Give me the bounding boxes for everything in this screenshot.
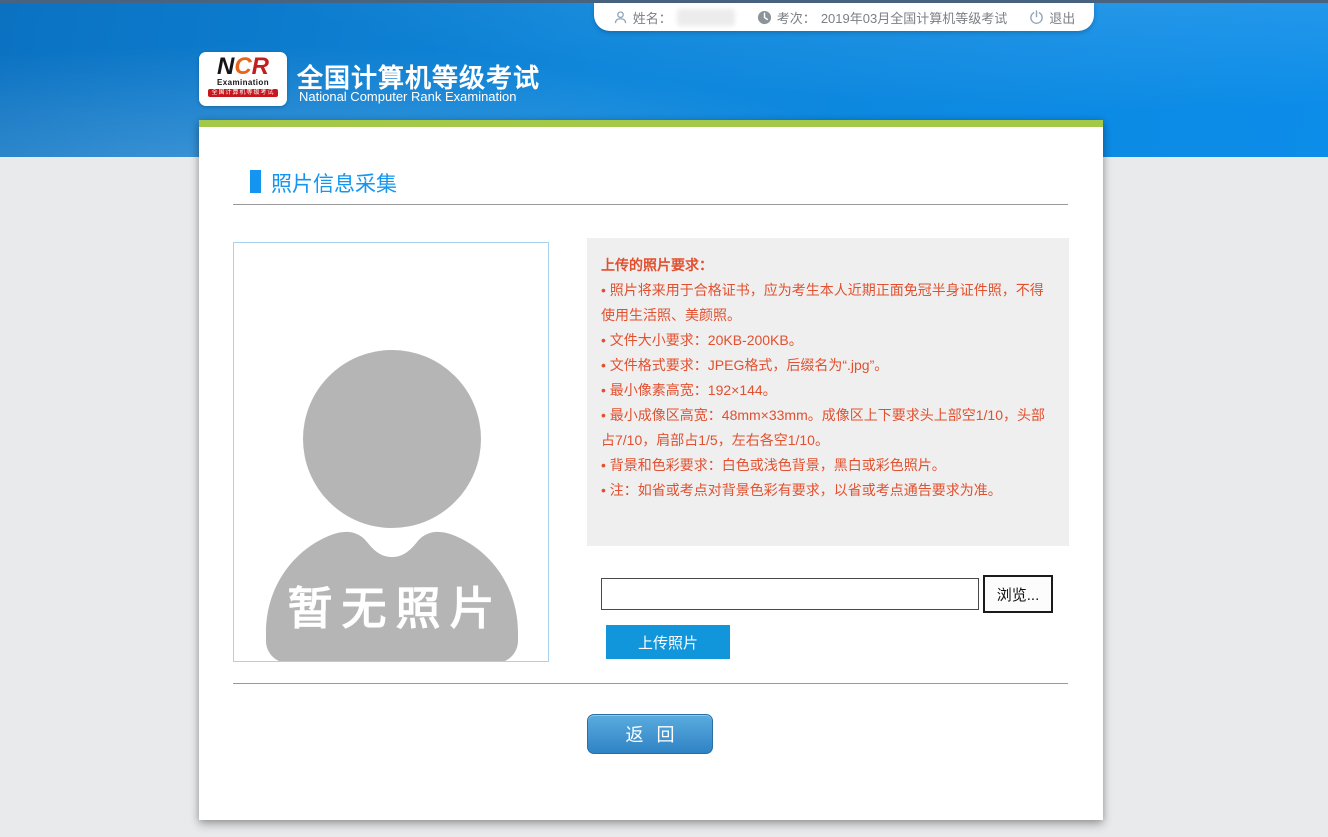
title-divider: [233, 204, 1068, 205]
user-info-bar: 姓名： 考次： 2019年03月全国计算机等级考试 退出: [594, 3, 1094, 31]
requirement-item: • 文件格式要求：JPEG格式，后缀名为“.jpg”。: [601, 353, 1055, 378]
logout-label[interactable]: 退出: [1049, 8, 1075, 27]
browse-button[interactable]: 浏览...: [983, 575, 1053, 613]
logout-group[interactable]: 退出: [1029, 8, 1075, 27]
site-subtitle: National Computer Rank Examination: [299, 89, 517, 104]
file-path-input[interactable]: [601, 578, 979, 610]
green-accent-bar: [199, 120, 1103, 127]
requirement-item: • 最小成像区高宽：48mm×33mm。成像区上下要求头上部空1/10，头部占7…: [601, 403, 1055, 453]
page: 姓名： 考次： 2019年03月全国计算机等级考试 退出: [0, 0, 1328, 837]
name-value-redacted: [677, 9, 735, 26]
logout-icon[interactable]: [1029, 10, 1044, 25]
requirement-item: • 照片将来用于合格证书，应为考生本人近期正面免冠半身证件照，不得使用生活照、美…: [601, 278, 1055, 328]
photo-preview-box: 暂无照片: [233, 242, 549, 662]
content-inner: 照片信息采集 暂无照片 上传的照片要求： • 照片将来用于合格证书，应为考生本人…: [199, 127, 1103, 820]
person-icon: [613, 10, 628, 25]
exam-session-group: 考次： 2019年03月全国计算机等级考试: [757, 8, 1007, 27]
user-name-group: 姓名：: [613, 8, 735, 27]
ncre-logo-letters: NCR: [217, 55, 269, 78]
session-value: 2019年03月全国计算机等级考试: [821, 8, 1007, 27]
page-title-marker: [250, 170, 261, 193]
ncre-logo-examination: Examination: [217, 78, 269, 87]
exam-session-icon: [757, 10, 772, 25]
requirement-item: • 最小像素高宽：192×144。: [601, 378, 1055, 403]
name-label: 姓名：: [633, 8, 672, 27]
requirement-item: • 注：如省或考点对背景色彩有要求，以省或考点通告要求为准。: [601, 478, 1055, 503]
content-panel: 照片信息采集 暂无照片 上传的照片要求： • 照片将来用于合格证书，应为考生本人…: [199, 120, 1103, 820]
back-button[interactable]: 返 回: [587, 714, 713, 754]
requirement-item: • 文件大小要求：20KB-200KB。: [601, 328, 1055, 353]
session-label: 考次：: [777, 8, 816, 27]
upload-photo-button[interactable]: 上传照片: [606, 625, 730, 659]
bottom-divider: [233, 683, 1068, 684]
upload-requirements-box: 上传的照片要求： • 照片将来用于合格证书，应为考生本人近期正面免冠半身证件照，…: [587, 238, 1069, 546]
requirement-item: • 背景和色彩要求：白色或浅色背景，黑白或彩色照片。: [601, 453, 1055, 478]
page-title: 照片信息采集: [271, 168, 397, 198]
ncre-logo: NCR Examination 全国计算机等级考试: [199, 52, 287, 106]
requirements-title: 上传的照片要求：: [601, 253, 1055, 278]
ncre-logo-banner: 全国计算机等级考试: [208, 89, 277, 97]
no-photo-label: 暂无照片: [234, 572, 548, 637]
